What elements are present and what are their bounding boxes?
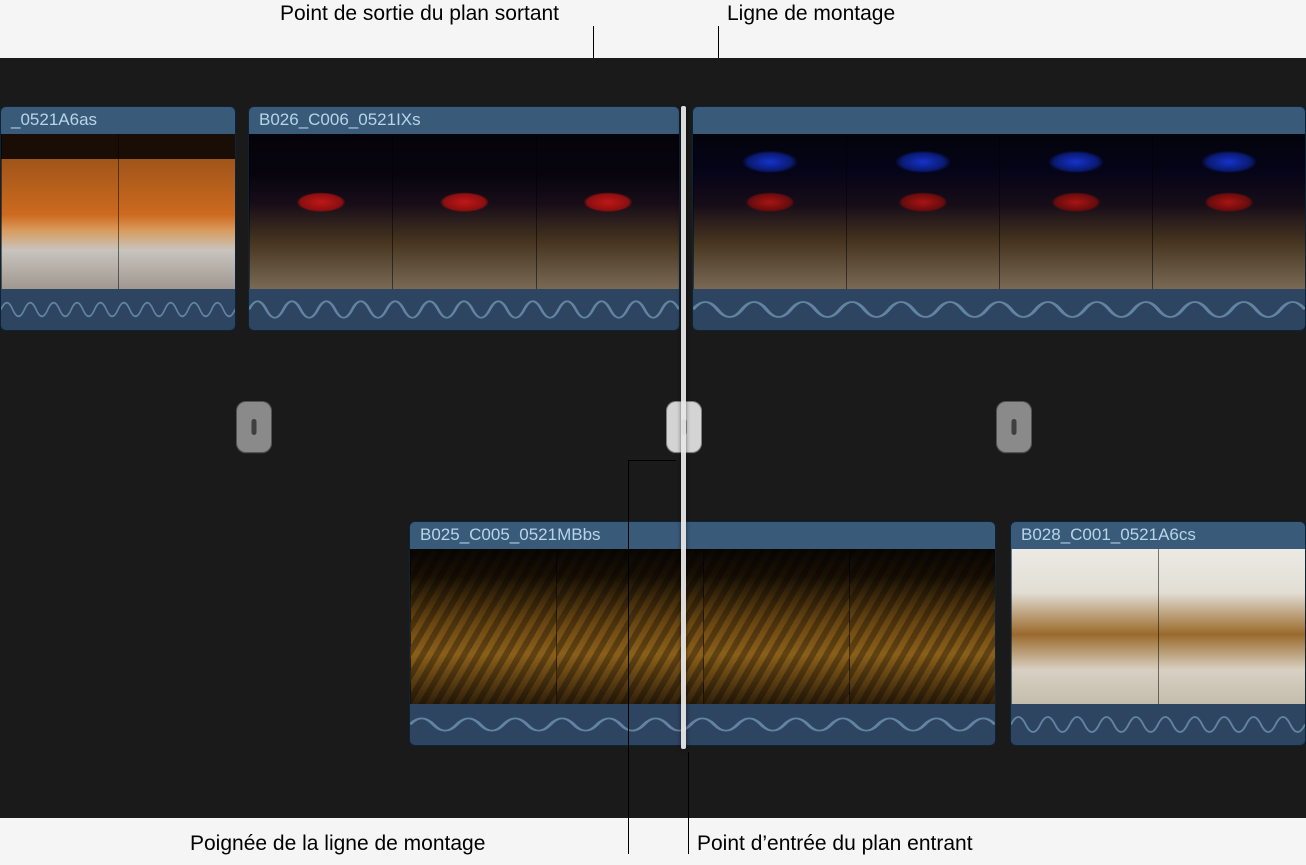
- clip-thumbnails: [693, 134, 1305, 289]
- clip-title: B025_C005_0521MBbs: [410, 522, 995, 549]
- thumbnail: [693, 134, 846, 289]
- label-in-point: Point d’entrée du plan entrant: [697, 832, 973, 856]
- thumbnail: [1158, 549, 1305, 704]
- thumbnail: [536, 134, 679, 289]
- thumbnail: [703, 549, 849, 704]
- thumbnail: [392, 134, 535, 289]
- thumbnail: [410, 549, 556, 704]
- clip-thumbnails: [1, 134, 235, 289]
- clip-title: _0521A6as: [1, 107, 235, 134]
- splice-handle[interactable]: [236, 401, 272, 453]
- clip[interactable]: B026_C006_0521IXs: [248, 106, 680, 331]
- thumbnail: [249, 134, 392, 289]
- clip-thumbnails: [410, 549, 995, 704]
- clip-title: [693, 107, 1305, 134]
- thumbnail: [1, 134, 118, 289]
- connector-handle-v: [628, 460, 629, 854]
- thumbnail: [118, 134, 235, 289]
- clip[interactable]: [692, 106, 1306, 331]
- connector-in-point-v: [688, 752, 689, 854]
- thumbnail: [849, 549, 995, 704]
- thumbnail: [1152, 134, 1305, 289]
- clip-audio: [410, 704, 995, 745]
- top-callouts: Point de sortie du plan sortant Ligne de…: [0, 0, 1306, 60]
- angle-track-top: _0521A6as B026_C006_0521IXs: [0, 106, 1306, 331]
- clip-audio: [1, 289, 235, 330]
- clip-audio: [1011, 704, 1305, 745]
- angle-track-bottom: B025_C005_0521MBbs B028_C001_0521A6cs: [0, 521, 1306, 746]
- clip-audio: [249, 289, 679, 330]
- clip[interactable]: B028_C001_0521A6cs: [1010, 521, 1306, 746]
- clip-audio: [693, 289, 1305, 330]
- thumbnail: [846, 134, 999, 289]
- edit-line[interactable]: [681, 106, 686, 749]
- label-edit-line-handle: Poignée de la ligne de montage: [190, 832, 485, 856]
- label-out-point: Point de sortie du plan sortant: [280, 2, 559, 26]
- clip-thumbnails: [249, 134, 679, 289]
- clip-title: B026_C006_0521IXs: [249, 107, 679, 134]
- connector-handle-h: [628, 460, 676, 461]
- timeline-editor: _0521A6as B026_C006_0521IXs: [0, 58, 1306, 818]
- thumbnail: [1011, 549, 1158, 704]
- clip-thumbnails: [1011, 549, 1305, 704]
- splice-handle[interactable]: [996, 401, 1032, 453]
- clip[interactable]: _0521A6as: [0, 106, 236, 331]
- clip-title: B028_C001_0521A6cs: [1011, 522, 1305, 549]
- thumbnail: [999, 134, 1152, 289]
- clip[interactable]: B025_C005_0521MBbs: [409, 521, 996, 746]
- label-edit-line: Ligne de montage: [727, 2, 895, 26]
